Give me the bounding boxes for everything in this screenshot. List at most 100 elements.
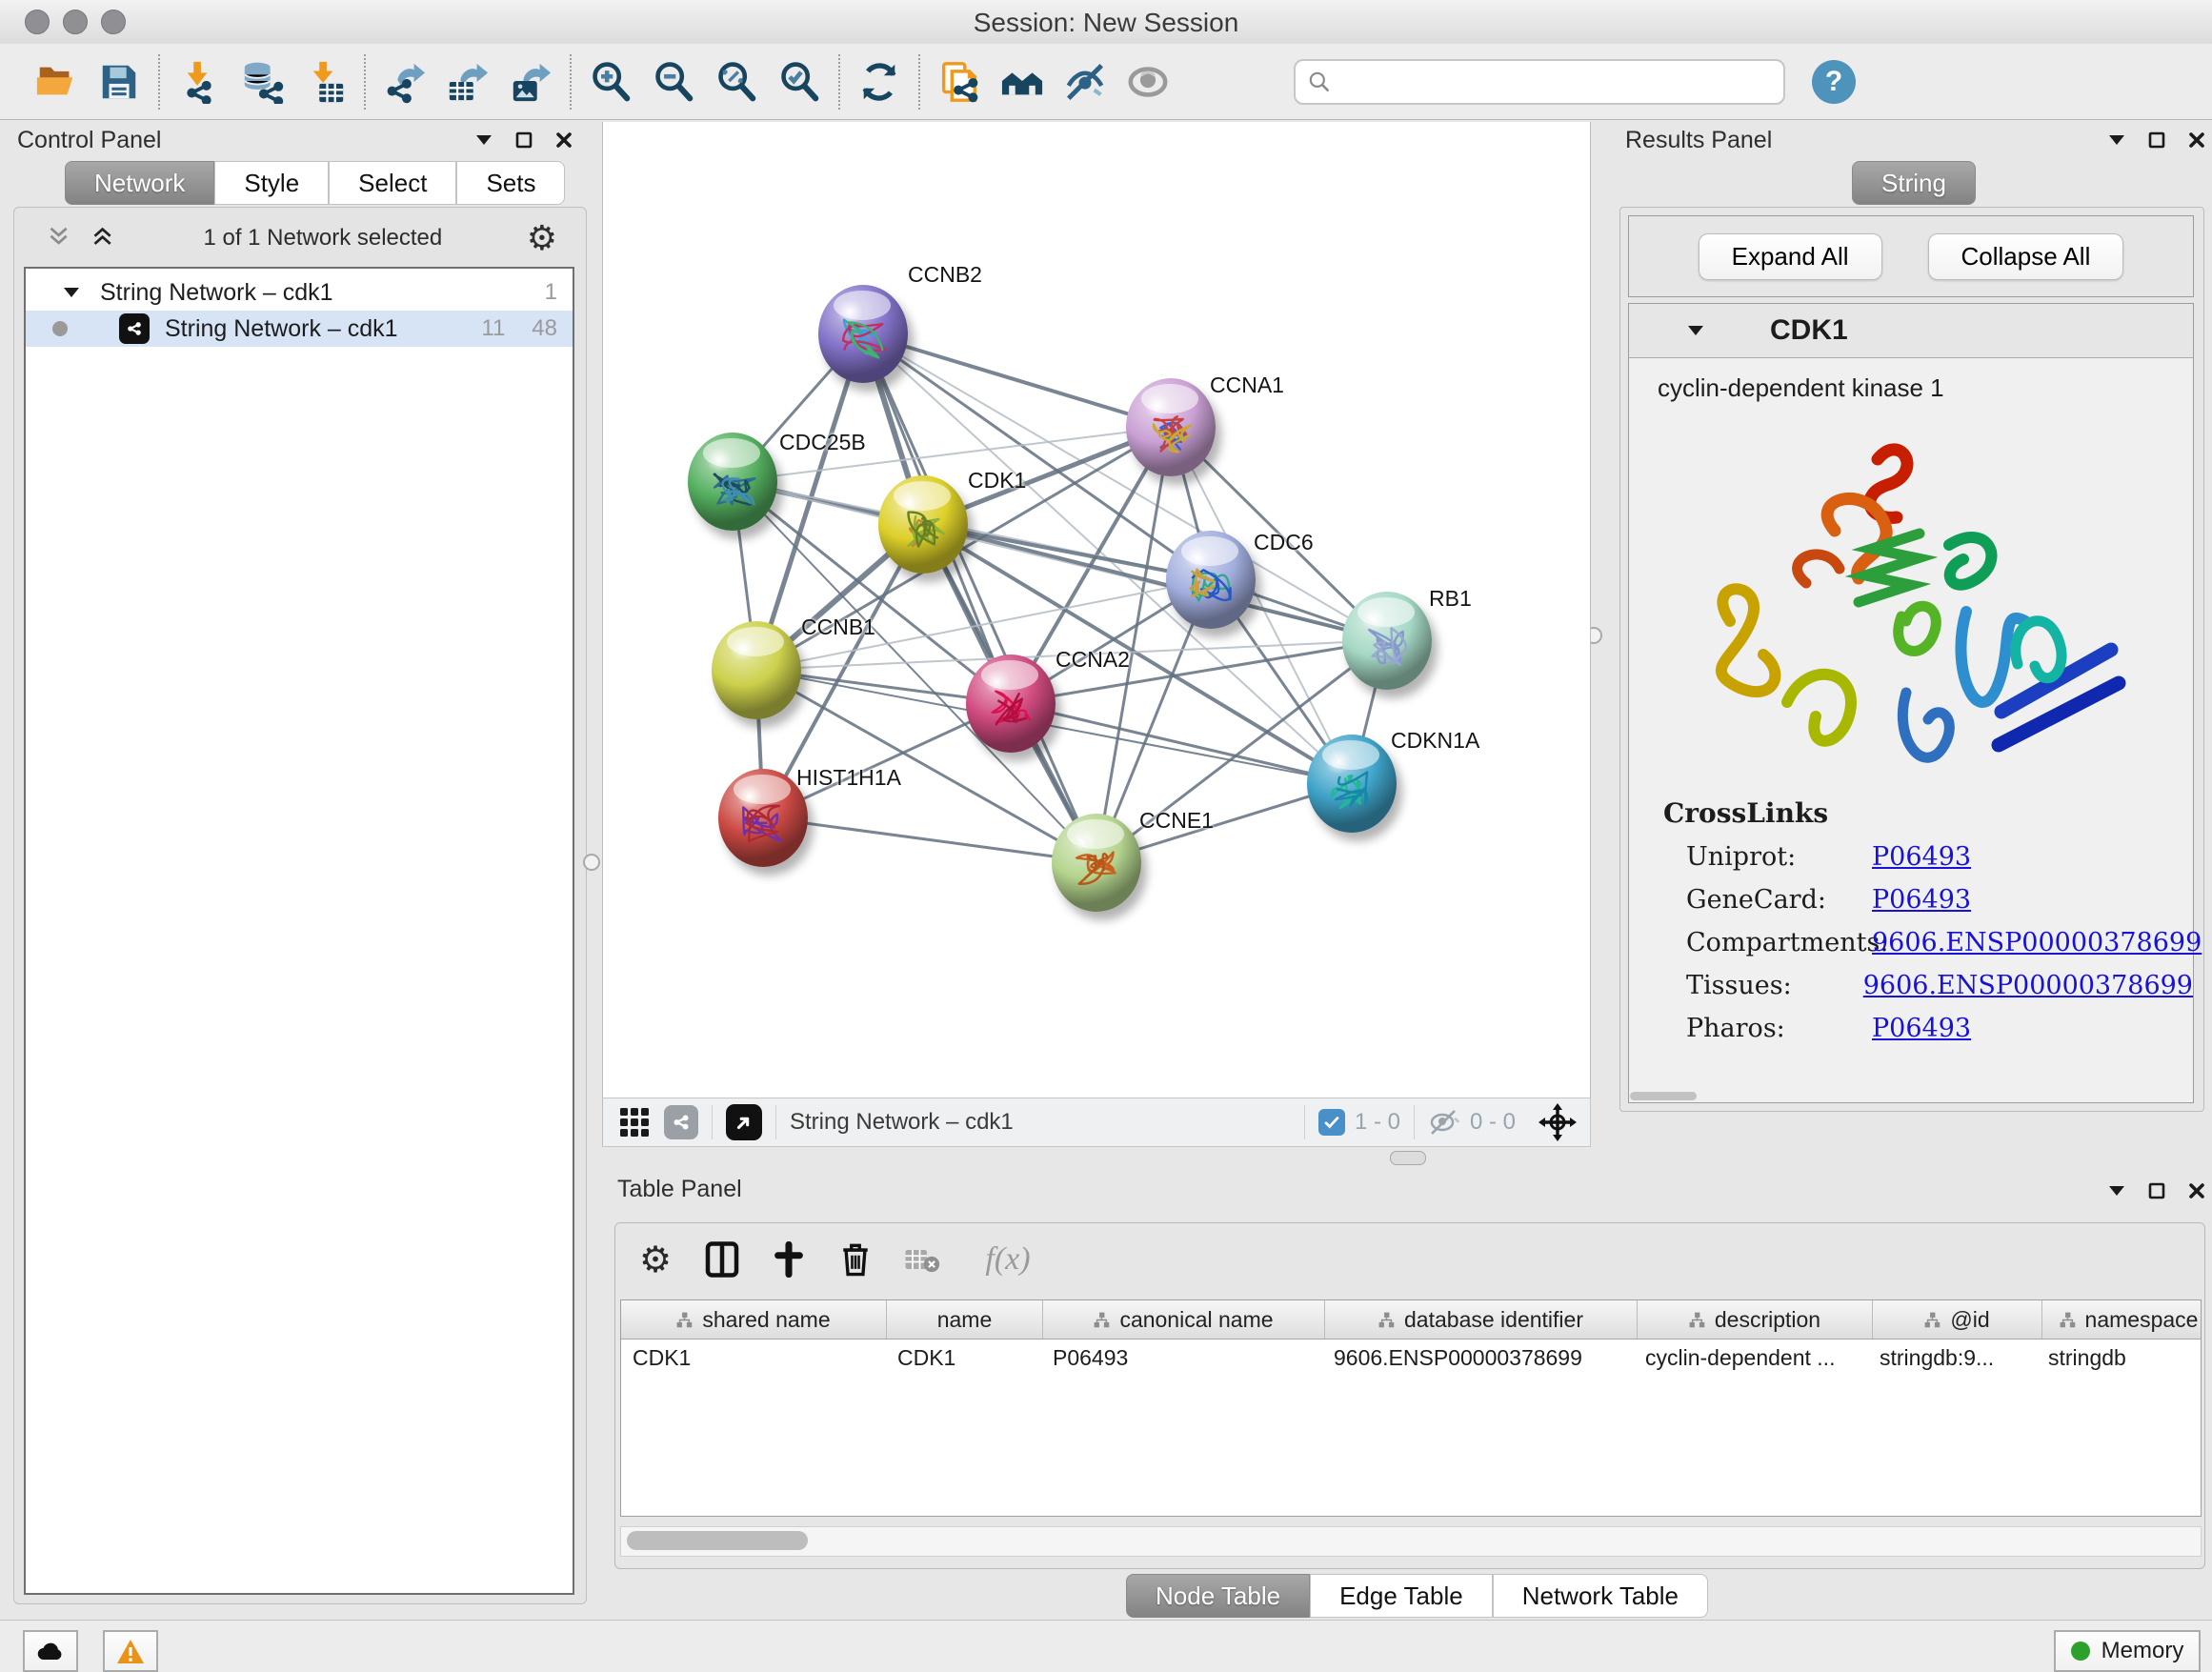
expand-all-networks-icon[interactable] [90,226,119,251]
fit-selected-crosshair-icon[interactable] [1538,1103,1577,1141]
network-options-gear-icon[interactable]: ⚙ [527,221,557,255]
protein-node-cdc6[interactable] [1166,531,1256,629]
table-cell[interactable]: stringdb:9... [1868,1345,2037,1371]
panel-maximize-icon[interactable] [514,131,533,150]
table-hscrollbar[interactable] [620,1526,2202,1557]
show-eye-button[interactable] [1116,51,1179,112]
collapse-all-button[interactable]: Collapse All [1928,233,2124,280]
delete-column-trash-icon[interactable] [835,1239,876,1280]
help-button[interactable]: ? [1812,60,1856,104]
birdseye-view-icon[interactable] [726,1104,762,1140]
protein-node-ccne1[interactable] [1052,814,1141,912]
protein-node-ccnb2[interactable] [818,285,908,383]
memory-button[interactable]: Memory [2054,1630,2201,1672]
gene-section-header[interactable]: CDK1 [1629,304,2193,358]
table-cell[interactable]: P06493 [1041,1345,1322,1371]
network-edge[interactable] [863,333,1171,427]
column-header-name[interactable]: name [887,1300,1043,1339]
table-row[interactable]: CDK1CDK1P064939606.ENSP00000378699cyclin… [621,1340,2201,1376]
crosslink-value-link[interactable]: P06493 [1872,1014,1971,1043]
column-header-canonical-name[interactable]: canonical name [1043,1300,1325,1339]
save-session-button[interactable] [88,51,151,112]
panel-close-icon[interactable] [2187,1181,2206,1200]
network-collection-row[interactable]: String Network – cdk1 1 [26,274,573,311]
protein-node-rb1[interactable] [1342,592,1432,690]
crosslink-value-link[interactable]: P06493 [1872,842,1971,872]
grid-view-icon[interactable] [618,1106,651,1138]
tab-string[interactable]: String [1852,161,1976,205]
network-row-selected[interactable]: String Network – cdk1 11 48 [26,311,573,347]
function-builder-icon[interactable]: f(x) [968,1239,1048,1280]
panel-maximize-icon[interactable] [2147,1181,2166,1200]
zoom-fit-button[interactable] [705,51,768,112]
export-table-button[interactable] [436,51,499,112]
panel-close-icon[interactable] [554,131,573,150]
table-cell[interactable]: stringdb [2037,1345,2209,1371]
network-canvas[interactable]: CCNB2 CCNA1 CDC25B CDK1 CDC6 RB1 CCNB1 C… [602,122,1591,1098]
warnings-button[interactable] [103,1630,158,1672]
table-hscroll-thumb[interactable] [627,1531,808,1550]
import-network-button[interactable] [168,51,231,112]
panel-maximize-icon[interactable] [2147,131,2166,150]
column-header-namespace[interactable]: namespace [2042,1300,2212,1339]
zoom-in-button[interactable] [579,51,642,112]
tab-network[interactable]: Network [65,161,214,205]
delete-table-icon[interactable] [901,1239,943,1280]
protein-node-cdkn1a[interactable] [1307,735,1397,833]
open-session-button[interactable] [25,51,88,112]
section-collapse-icon[interactable] [1686,322,1707,339]
zoom-out-button[interactable] [642,51,705,112]
network-edge[interactable] [1011,703,1352,783]
table-options-gear-icon[interactable]: ⚙ [634,1239,676,1280]
table-cell[interactable]: CDK1 [886,1345,1041,1371]
protein-node-ccna2[interactable] [966,655,1056,753]
zoom-selected-button[interactable] [768,51,831,112]
column-header-database-identifier[interactable]: database identifier [1325,1300,1638,1339]
panel-float-icon[interactable] [2107,1183,2126,1199]
tree-expander-icon[interactable] [62,284,83,301]
collapse-all-networks-icon[interactable] [47,226,75,251]
panel-float-icon[interactable] [2107,132,2126,148]
protein-node-ccnb1[interactable] [712,621,801,719]
export-network-button[interactable] [373,51,436,112]
home-network-button[interactable] [991,51,1054,112]
import-network-database-button[interactable] [231,51,293,112]
crosslink-value-link[interactable]: 9606.ENSP00000378699 [1863,971,2193,1000]
panel-float-icon[interactable] [474,132,493,148]
tab-style[interactable]: Style [214,161,329,205]
column-header-description[interactable]: description [1638,1300,1873,1339]
cloud-status-button[interactable] [23,1630,78,1672]
crosslink-value-link[interactable]: P06493 [1872,885,1971,915]
refresh-button[interactable] [848,51,911,112]
tab-node-table[interactable]: Node Table [1126,1574,1310,1618]
left-splitter-handle[interactable] [583,854,600,871]
results-hscroll-thumb[interactable] [1630,1092,1697,1100]
tab-sets[interactable]: Sets [456,161,565,205]
table-cell[interactable]: 9606.ENSP00000378699 [1322,1345,1634,1371]
protein-node-cdc25b[interactable] [688,433,777,531]
protein-node-cdk1[interactable] [878,475,968,574]
protein-node-ccna1[interactable] [1126,378,1216,476]
hide-panels-button[interactable] [1054,51,1116,112]
panel-close-icon[interactable] [2187,131,2206,150]
search-input[interactable] [1332,68,1745,96]
import-table-button[interactable] [293,51,356,112]
crosslink-value-link[interactable]: 9606.ENSP00000378699 [1872,928,2202,957]
export-image-button[interactable] [499,51,562,112]
tab-edge-table[interactable]: Edge Table [1310,1574,1493,1618]
table-cell[interactable]: CDK1 [621,1345,886,1371]
network-edge[interactable] [763,817,1096,862]
tab-select[interactable]: Select [329,161,456,205]
tab-network-table[interactable]: Network Table [1493,1574,1708,1618]
table-cell[interactable]: cyclin-dependent ... [1634,1345,1868,1371]
network-view-icon[interactable] [664,1105,698,1139]
bottom-splitter-handle[interactable] [1390,1151,1426,1165]
protein-node-hist1h1a[interactable] [718,769,808,867]
show-columns-icon[interactable] [701,1239,743,1280]
column-header-id[interactable]: @id [1873,1300,2042,1339]
column-header-shared-name[interactable]: shared name [621,1300,887,1339]
search-box[interactable] [1294,59,1785,105]
expand-all-button[interactable]: Expand All [1699,233,1882,280]
create-column-icon[interactable] [768,1239,810,1280]
clipboard-network-button[interactable] [928,51,991,112]
